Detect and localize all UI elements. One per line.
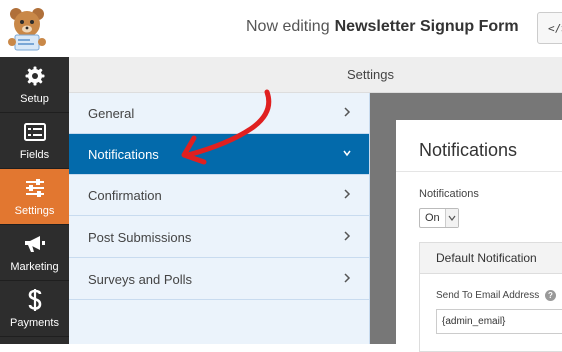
default-notification-title: Default Notification [436,251,537,265]
notifications-panel: Notifications Notifications On Default N… [396,120,562,352]
panel-divider [396,171,562,172]
builder-sidebar: Setup Fields Settings Marketing Payments [0,57,69,344]
help-icon[interactable]: ? [545,290,556,301]
rail-item-setup[interactable]: Setup [0,57,69,113]
default-notification-header[interactable]: Default Notification [420,243,562,274]
notifications-select[interactable]: On [419,208,459,228]
top-bar: Now editingNewsletter Signup Form </> [0,0,562,58]
nav-label-notifications: Notifications [88,147,159,162]
rail-label-fields: Fields [19,149,50,161]
form-name: Newsletter Signup Form [334,18,519,35]
nav-label-post-submissions: Post Submissions [88,230,192,245]
nav-item-surveys-and-polls[interactable]: Surveys and Polls [69,259,369,300]
rail-item-payments[interactable]: Payments [0,281,69,337]
send-to-email-label: Send To Email Address [436,290,540,301]
chevron-right-icon [344,231,351,241]
wpforms-bear-logo [4,4,54,54]
settings-title: Settings [347,67,394,82]
nav-label-surveys-and-polls: Surveys and Polls [88,272,193,287]
rail-label-payments: Payments [10,317,59,329]
chevron-right-icon [344,273,351,283]
rail-label-setup: Setup [20,93,49,105]
chevron-down-icon [343,150,351,157]
fields-list-icon [0,121,69,143]
nav-label-confirmation: Confirmation [88,188,162,203]
megaphone-icon [0,233,69,255]
panel-title: Notifications [419,140,518,160]
nav-item-notifications[interactable]: Notifications [69,134,369,175]
sliders-icon [0,177,69,199]
gear-icon [0,65,69,87]
rail-label-settings: Settings [14,205,55,217]
settings-header: Settings [69,57,562,93]
chevron-down-icon [445,209,458,227]
rail-label-marketing: Marketing [10,261,59,273]
settings-nav: General Notifications Confirmation Post … [69,93,370,344]
rail-item-marketing[interactable]: Marketing [0,225,69,281]
notifications-select-value: On [425,212,440,224]
send-to-email-input[interactable] [436,309,562,334]
default-notification-box: Default Notification Send To Email Addre… [419,242,562,352]
notifications-toggle-label: Notifications [419,188,479,200]
rail-item-settings[interactable]: Settings [0,169,69,225]
editing-title: Now editing Newsletter Signup Form [246,18,519,36]
editing-prefix: Now editing [246,18,330,35]
nav-item-post-submissions[interactable]: Post Submissions [69,217,369,258]
chevron-right-icon [344,107,351,117]
dollar-icon [0,289,69,311]
nav-item-general[interactable]: General [69,93,369,134]
nav-label-general: General [88,106,135,121]
embed-code-button[interactable]: </> [537,12,562,44]
rail-item-fields[interactable]: Fields [0,113,69,169]
nav-item-confirmation[interactable]: Confirmation [69,175,369,216]
chevron-right-icon [344,189,351,199]
